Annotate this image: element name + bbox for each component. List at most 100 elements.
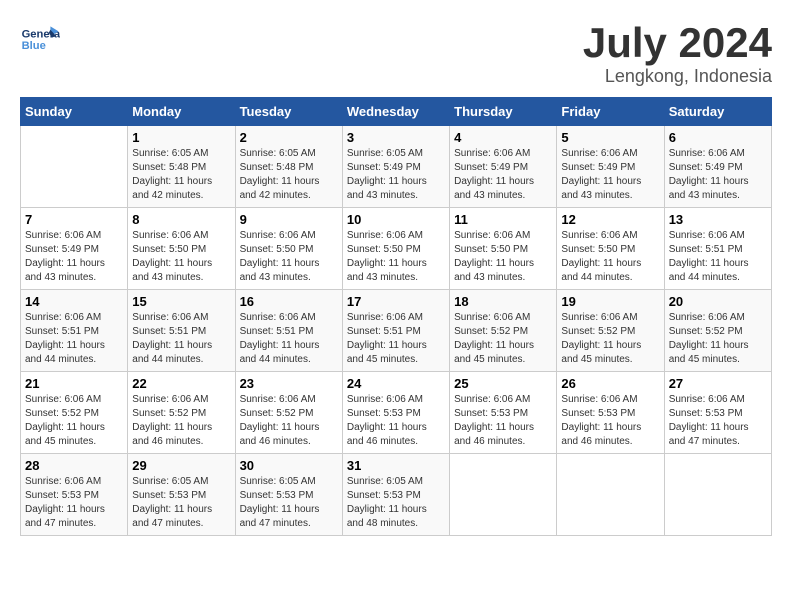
day-detail: Sunrise: 6:06 AM Sunset: 5:51 PM Dayligh… [132, 311, 230, 367]
title-block: July 2024 Lengkong, Indonesia [583, 20, 772, 87]
calendar-cell: 12 Sunrise: 6:06 AM Sunset: 5:50 PM Dayli… [557, 208, 664, 290]
calendar-cell: 22 Sunrise: 6:06 AM Sunset: 5:52 PM Dayli… [128, 372, 235, 454]
calendar-cell: 2Sunrise: 6:05 AM Sunset: 5:48 PM Daylig… [235, 126, 342, 208]
day-number: 22 [132, 376, 230, 391]
day-number: 28 [25, 458, 123, 473]
calendar-cell: 30 Sunrise: 6:05 AM Sunset: 5:53 PM Dayli… [235, 454, 342, 536]
col-wednesday: Wednesday [342, 98, 449, 126]
calendar-cell: 21Sunrise: 6:06 AM Sunset: 5:52 PM Dayli… [21, 372, 128, 454]
day-number: 18 [454, 294, 552, 309]
calendar-cell: 4 Sunrise: 6:06 AM Sunset: 5:49 PM Daylig… [450, 126, 557, 208]
calendar-cell: 8Sunrise: 6:06 AM Sunset: 5:50 PM Daylig… [128, 208, 235, 290]
day-number: 7 [25, 212, 123, 227]
day-number: 1 [132, 130, 230, 145]
col-saturday: Saturday [664, 98, 771, 126]
day-detail: Sunrise: 6:06 AM Sunset: 5:49 PM Dayligh… [454, 147, 552, 203]
calendar-cell: 7 Sunrise: 6:06 AM Sunset: 5:49 PM Daylig… [21, 208, 128, 290]
day-number: 29 [132, 458, 230, 473]
col-sunday: Sunday [21, 98, 128, 126]
calendar-week-1: 1Sunrise: 6:05 AM Sunset: 5:48 PM Daylig… [21, 126, 772, 208]
day-number: 6 [669, 130, 767, 145]
day-detail: Sunrise: 6:05 AM Sunset: 5:53 PM Dayligh… [347, 475, 445, 531]
calendar-cell [664, 454, 771, 536]
col-tuesday: Tuesday [235, 98, 342, 126]
day-number: 20 [669, 294, 767, 309]
day-detail: Sunrise: 6:06 AM Sunset: 5:51 PM Dayligh… [347, 311, 445, 367]
calendar-week-4: 21Sunrise: 6:06 AM Sunset: 5:52 PM Dayli… [21, 372, 772, 454]
calendar-cell [21, 126, 128, 208]
svg-text:Blue: Blue [22, 40, 46, 52]
day-detail: Sunrise: 6:06 AM Sunset: 5:50 PM Dayligh… [561, 229, 659, 285]
calendar-week-2: 7 Sunrise: 6:06 AM Sunset: 5:49 PM Daylig… [21, 208, 772, 290]
day-number: 27 [669, 376, 767, 391]
day-number: 10 [347, 212, 445, 227]
calendar-cell: 14 Sunrise: 6:06 AM Sunset: 5:51 PM Dayli… [21, 290, 128, 372]
day-detail: Sunrise: 6:06 AM Sunset: 5:53 PM Dayligh… [454, 393, 552, 449]
calendar-cell: 1Sunrise: 6:05 AM Sunset: 5:48 PM Daylig… [128, 126, 235, 208]
calendar-cell: 9Sunrise: 6:06 AM Sunset: 5:50 PM Daylig… [235, 208, 342, 290]
day-number: 14 [25, 294, 123, 309]
day-detail: Sunrise: 6:06 AM Sunset: 5:51 PM Dayligh… [25, 311, 123, 367]
day-detail: Sunrise: 6:06 AM Sunset: 5:53 PM Dayligh… [347, 393, 445, 449]
day-detail: Sunrise: 6:05 AM Sunset: 5:53 PM Dayligh… [240, 475, 338, 531]
day-detail: Sunrise: 6:06 AM Sunset: 5:49 PM Dayligh… [25, 229, 123, 285]
day-number: 2 [240, 130, 338, 145]
day-number: 26 [561, 376, 659, 391]
col-friday: Friday [557, 98, 664, 126]
day-number: 11 [454, 212, 552, 227]
day-number: 25 [454, 376, 552, 391]
day-number: 15 [132, 294, 230, 309]
calendar-cell: 5Sunrise: 6:06 AM Sunset: 5:49 PM Daylig… [557, 126, 664, 208]
day-number: 30 [240, 458, 338, 473]
day-number: 23 [240, 376, 338, 391]
day-detail: Sunrise: 6:06 AM Sunset: 5:53 PM Dayligh… [25, 475, 123, 531]
calendar-cell: 3Sunrise: 6:05 AM Sunset: 5:49 PM Daylig… [342, 126, 449, 208]
day-detail: Sunrise: 6:05 AM Sunset: 5:49 PM Dayligh… [347, 147, 445, 203]
day-detail: Sunrise: 6:06 AM Sunset: 5:52 PM Dayligh… [240, 393, 338, 449]
calendar-cell: 31 Sunrise: 6:05 AM Sunset: 5:53 PM Dayli… [342, 454, 449, 536]
day-number: 4 [454, 130, 552, 145]
day-detail: Sunrise: 6:06 AM Sunset: 5:53 PM Dayligh… [669, 393, 767, 449]
day-detail: Sunrise: 6:06 AM Sunset: 5:52 PM Dayligh… [25, 393, 123, 449]
calendar-week-5: 28 Sunrise: 6:06 AM Sunset: 5:53 PM Dayli… [21, 454, 772, 536]
day-detail: Sunrise: 6:06 AM Sunset: 5:49 PM Dayligh… [561, 147, 659, 203]
day-number: 19 [561, 294, 659, 309]
calendar-cell [557, 454, 664, 536]
calendar-table: Sunday Monday Tuesday Wednesday Thursday… [20, 97, 772, 536]
calendar-header-row: Sunday Monday Tuesday Wednesday Thursday… [21, 98, 772, 126]
calendar-cell: 28 Sunrise: 6:06 AM Sunset: 5:53 PM Dayli… [21, 454, 128, 536]
page-header: General Blue July 2024 Lengkong, Indones… [20, 20, 772, 87]
calendar-cell: 15 Sunrise: 6:06 AM Sunset: 5:51 PM Dayli… [128, 290, 235, 372]
calendar-cell: 10Sunrise: 6:06 AM Sunset: 5:50 PM Dayli… [342, 208, 449, 290]
day-detail: Sunrise: 6:06 AM Sunset: 5:53 PM Dayligh… [561, 393, 659, 449]
day-detail: Sunrise: 6:06 AM Sunset: 5:51 PM Dayligh… [240, 311, 338, 367]
calendar-cell: 20 Sunrise: 6:06 AM Sunset: 5:52 PM Dayli… [664, 290, 771, 372]
day-number: 13 [669, 212, 767, 227]
day-detail: Sunrise: 6:06 AM Sunset: 5:51 PM Dayligh… [669, 229, 767, 285]
day-number: 31 [347, 458, 445, 473]
calendar-cell: 23 Sunrise: 6:06 AM Sunset: 5:52 PM Dayli… [235, 372, 342, 454]
calendar-cell: 26 Sunrise: 6:06 AM Sunset: 5:53 PM Dayli… [557, 372, 664, 454]
col-thursday: Thursday [450, 98, 557, 126]
calendar-cell [450, 454, 557, 536]
calendar-cell: 11Sunrise: 6:06 AM Sunset: 5:50 PM Dayli… [450, 208, 557, 290]
calendar-cell: 24 Sunrise: 6:06 AM Sunset: 5:53 PM Dayli… [342, 372, 449, 454]
day-number: 12 [561, 212, 659, 227]
day-number: 16 [240, 294, 338, 309]
calendar-cell: 17Sunrise: 6:06 AM Sunset: 5:51 PM Dayli… [342, 290, 449, 372]
calendar-cell: 6Sunrise: 6:06 AM Sunset: 5:49 PM Daylig… [664, 126, 771, 208]
day-detail: Sunrise: 6:06 AM Sunset: 5:52 PM Dayligh… [561, 311, 659, 367]
calendar-cell: 27 Sunrise: 6:06 AM Sunset: 5:53 PM Dayli… [664, 372, 771, 454]
calendar-cell: 29 Sunrise: 6:05 AM Sunset: 5:53 PM Dayli… [128, 454, 235, 536]
calendar-cell: 25 Sunrise: 6:06 AM Sunset: 5:53 PM Dayli… [450, 372, 557, 454]
calendar-title: July 2024 [583, 20, 772, 66]
day-detail: Sunrise: 6:05 AM Sunset: 5:53 PM Dayligh… [132, 475, 230, 531]
day-number: 24 [347, 376, 445, 391]
calendar-cell: 19 Sunrise: 6:06 AM Sunset: 5:52 PM Dayli… [557, 290, 664, 372]
calendar-cell: 16 Sunrise: 6:06 AM Sunset: 5:51 PM Dayli… [235, 290, 342, 372]
logo: General Blue [20, 20, 60, 60]
calendar-week-3: 14 Sunrise: 6:06 AM Sunset: 5:51 PM Dayli… [21, 290, 772, 372]
day-detail: Sunrise: 6:06 AM Sunset: 5:52 PM Dayligh… [132, 393, 230, 449]
day-detail: Sunrise: 6:06 AM Sunset: 5:50 PM Dayligh… [240, 229, 338, 285]
day-detail: Sunrise: 6:06 AM Sunset: 5:52 PM Dayligh… [669, 311, 767, 367]
